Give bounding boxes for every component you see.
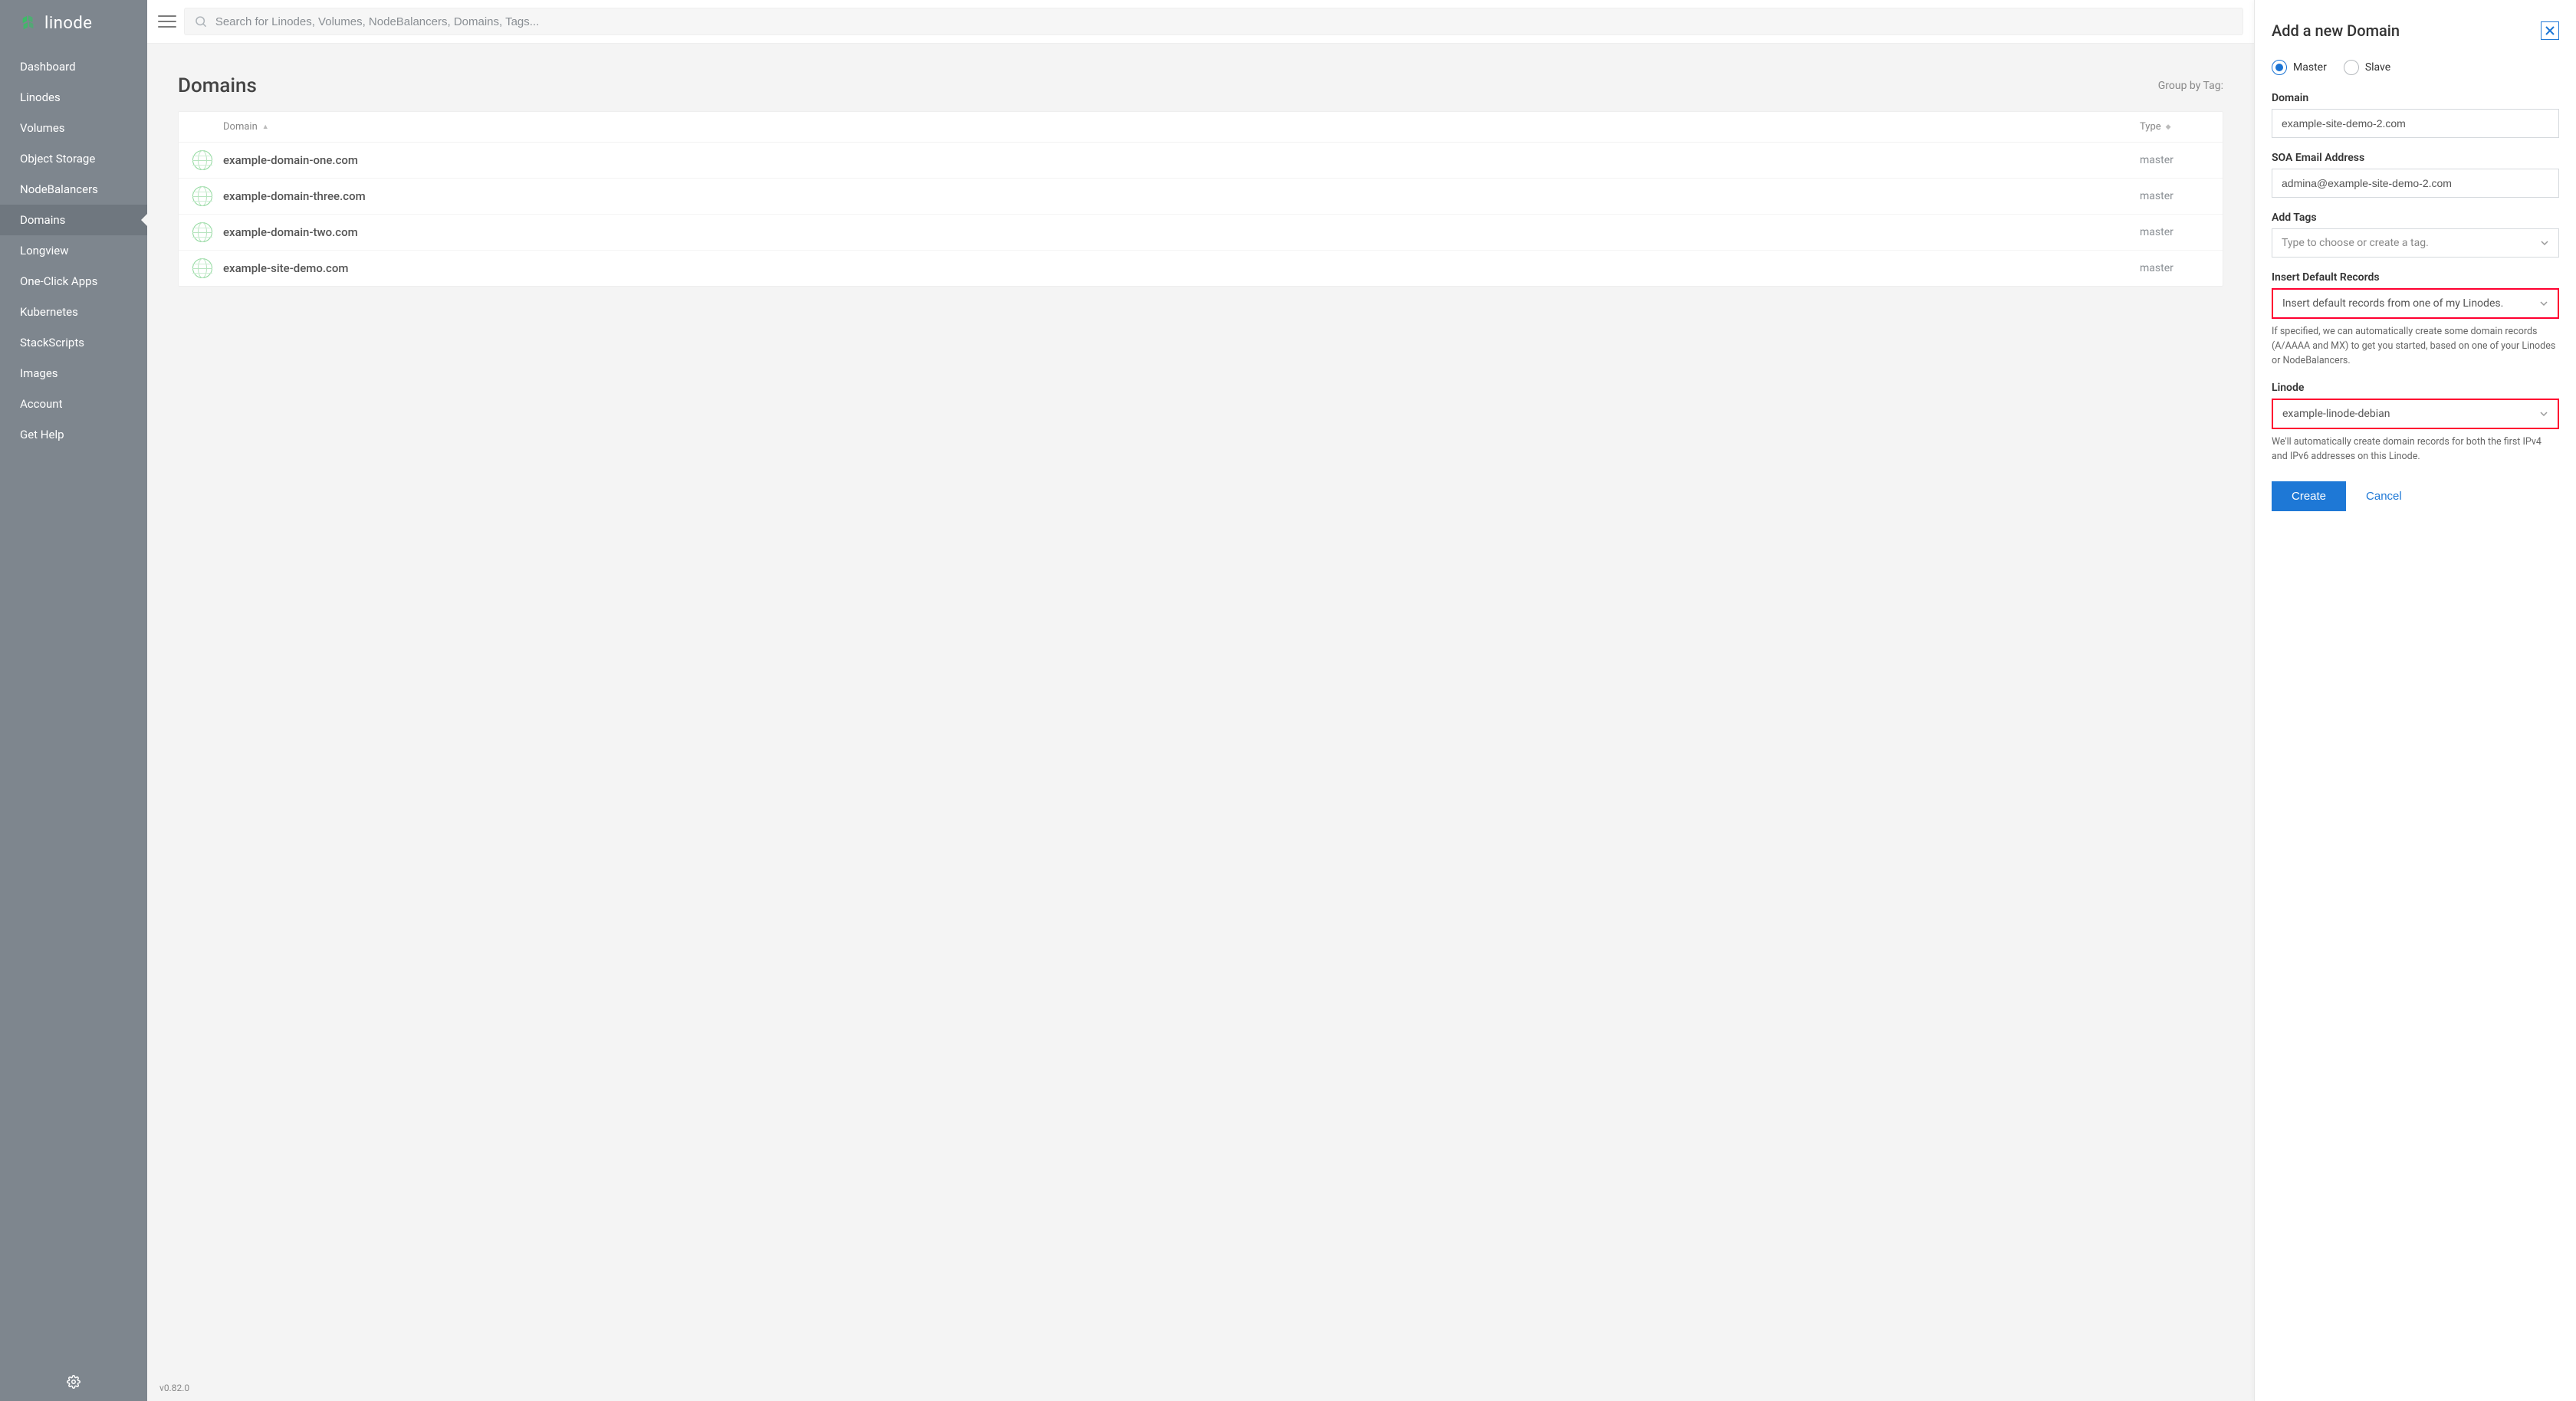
chevron-down-icon (2540, 238, 2549, 248)
linode-help: We'll automatically create domain record… (2272, 435, 2559, 464)
insert-default-records-help: If specified, we can automatically creat… (2272, 325, 2559, 368)
globe-icon (192, 258, 212, 278)
sidebar-item-account[interactable]: Account (0, 389, 147, 419)
add-tags-select[interactable]: Type to choose or create a tag. (2272, 228, 2559, 258)
sidebar-item-nodebalancers[interactable]: NodeBalancers (0, 174, 147, 205)
table-row[interactable]: example-domain-two.commaster (179, 215, 2223, 251)
menu-toggle-button[interactable] (158, 14, 176, 29)
brand-text: linode (44, 14, 92, 33)
domain-type: master (2140, 226, 2209, 238)
domain-input[interactable] (2272, 109, 2559, 138)
gear-icon[interactable] (67, 1380, 80, 1392)
linode-select[interactable]: example-linode-debian (2272, 399, 2559, 429)
search-icon (194, 15, 208, 28)
search-bar[interactable] (184, 8, 2243, 35)
group-by-tag-label: Group by Tag: (2158, 80, 2223, 92)
brand-logo[interactable]: linode (0, 0, 147, 51)
radio-icon-unchecked (2344, 60, 2359, 75)
domains-table: Domain ▲ Type ◆ example-domain-one.comma… (178, 111, 2223, 287)
linode-logo-icon (20, 15, 37, 32)
globe-icon (192, 222, 212, 242)
chevron-down-icon (2539, 299, 2548, 308)
radio-icon-checked (2272, 60, 2287, 75)
sidebar-item-linodes[interactable]: Linodes (0, 82, 147, 113)
table-row[interactable]: example-site-demo.commaster (179, 251, 2223, 286)
sidebar-item-longview[interactable]: Longview (0, 235, 147, 266)
sidebar-item-kubernetes[interactable]: Kubernetes (0, 297, 147, 327)
close-button[interactable] (2541, 21, 2559, 40)
drawer-title: Add a new Domain (2272, 21, 2400, 40)
chevron-down-icon (2539, 409, 2548, 418)
domain-type: master (2140, 190, 2209, 202)
sort-icon: ◆ (2166, 123, 2171, 131)
main: Domains Group by Tag: Domain ▲ Type ◆ ex… (147, 0, 2254, 1401)
add-tags-label: Add Tags (2272, 212, 2559, 224)
column-header-domain[interactable]: Domain ▲ (223, 121, 2140, 133)
insert-default-records-label: Insert Default Records (2272, 271, 2559, 284)
sidebar-item-dashboard[interactable]: Dashboard (0, 51, 147, 82)
sort-ascending-icon: ▲ (262, 123, 269, 131)
version-label: v0.82.0 (147, 1375, 2254, 1401)
table-row[interactable]: example-domain-one.commaster (179, 143, 2223, 179)
sidebar-item-images[interactable]: Images (0, 358, 147, 389)
domain-name: example-domain-three.com (223, 189, 2140, 203)
globe-icon (192, 186, 212, 206)
table-row[interactable]: example-domain-three.commaster (179, 179, 2223, 215)
radio-slave[interactable]: Slave (2344, 60, 2390, 75)
sidebar-item-one-click-apps[interactable]: One-Click Apps (0, 266, 147, 297)
domain-label: Domain (2272, 92, 2559, 104)
sidebar-item-domains[interactable]: Domains (0, 205, 147, 235)
soa-email-label: SOA Email Address (2272, 152, 2559, 164)
linode-label: Linode (2272, 382, 2559, 394)
sidebar-item-object-storage[interactable]: Object Storage (0, 143, 147, 174)
close-icon (2545, 25, 2555, 36)
add-domain-drawer: Add a new Domain Master Slave Domain SOA… (2254, 0, 2576, 1401)
domain-type: master (2140, 262, 2209, 274)
column-header-type[interactable]: Type ◆ (2140, 121, 2209, 133)
search-input[interactable] (215, 15, 2233, 28)
domain-type: master (2140, 154, 2209, 166)
topbar (147, 0, 2254, 44)
domain-name: example-domain-two.com (223, 225, 2140, 239)
sidebar-item-volumes[interactable]: Volumes (0, 113, 147, 143)
sidebar-item-stackscripts[interactable]: StackScripts (0, 327, 147, 358)
soa-email-input[interactable] (2272, 169, 2559, 198)
globe-icon (192, 150, 212, 170)
create-button[interactable]: Create (2272, 481, 2346, 511)
insert-default-records-select[interactable]: Insert default records from one of my Li… (2272, 288, 2559, 319)
domain-name: example-domain-one.com (223, 153, 2140, 167)
domain-name: example-site-demo.com (223, 261, 2140, 275)
page-title: Domains (178, 74, 257, 97)
radio-master[interactable]: Master (2272, 60, 2327, 75)
sidebar-nav: DashboardLinodesVolumesObject StorageNod… (0, 51, 147, 1360)
cancel-button[interactable]: Cancel (2366, 490, 2402, 503)
sidebar: linode DashboardLinodesVolumesObject Sto… (0, 0, 147, 1401)
sidebar-item-get-help[interactable]: Get Help (0, 419, 147, 450)
